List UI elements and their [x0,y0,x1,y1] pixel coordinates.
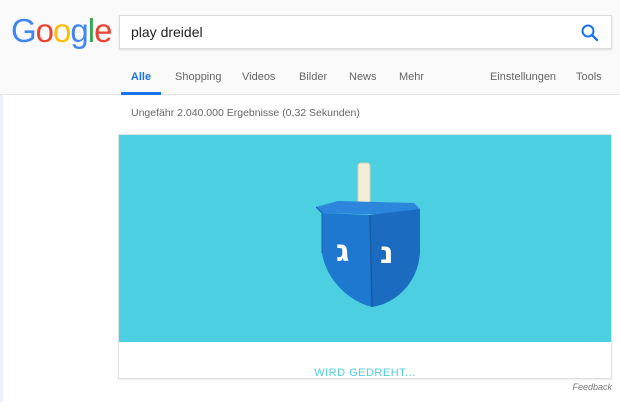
logo-letter: G [11,12,37,49]
tab-settings[interactable]: Einstellungen [490,64,556,95]
feedback-link[interactable]: Feedback [572,382,612,392]
tab-tools[interactable]: Tools [576,64,602,95]
tab-more[interactable]: Mehr [399,64,424,95]
spin-status-text: WIRD GEDREHT... [314,367,416,379]
dreidel-game-card: ג נ WIRD GEDREHT... [118,134,612,379]
logo-letter: o [53,12,71,49]
google-logo[interactable]: Google [11,12,112,50]
search-input[interactable] [131,16,551,48]
search-header: Google Alle Shopping Videos Bilder News … [0,0,620,95]
tab-images[interactable]: Bilder [299,64,327,95]
search-box [119,15,612,49]
logo-letter: e [94,12,112,49]
search-button[interactable] [579,22,601,44]
search-tabs: Alle Shopping Videos Bilder News Mehr Ei… [0,64,620,95]
search-icon [581,24,599,42]
dreidel-icon[interactable]: ג נ [308,161,422,321]
dreidel-letter-right: נ [380,236,394,271]
result-stats: Ungefähr 2.040.000 Ergebnisse (0,32 Seku… [131,107,360,119]
logo-letter: o [35,12,54,49]
dreidel-stage[interactable]: ג נ [119,135,611,342]
tab-all[interactable]: Alle [121,64,161,95]
dreidel-letter-left: ג [336,234,349,269]
tab-news[interactable]: News [349,64,377,95]
logo-letter: g [70,12,88,49]
tab-shopping[interactable]: Shopping [175,64,222,95]
tab-videos[interactable]: Videos [242,64,275,95]
